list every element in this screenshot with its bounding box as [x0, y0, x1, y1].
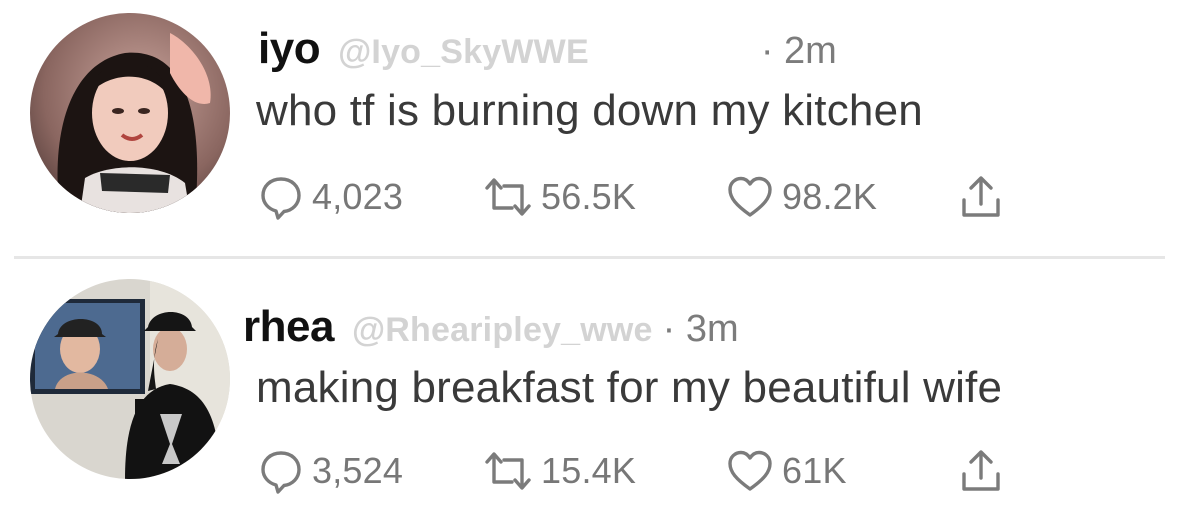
share-upload-icon [962, 176, 1000, 217]
share-upload-icon [962, 450, 1000, 491]
reply-count: 4,023 [312, 176, 404, 217]
avatar[interactable] [30, 279, 230, 479]
retweet-count: 15.4K [541, 450, 637, 491]
avatar[interactable] [30, 13, 230, 213]
reply-button[interactable]: 3,524 [258, 446, 403, 496]
timestamp[interactable]: · 3m [663, 308, 739, 351]
retweet-arrows-icon [485, 452, 531, 490]
action-bar: 4,023 56.5K 98.2K [258, 172, 1038, 222]
speech-bubble-icon [261, 451, 301, 494]
like-count: 98.2K [782, 176, 878, 217]
user-handle[interactable]: @Rhearipley_wwe [352, 311, 653, 350]
retweet-button[interactable]: 15.4K [483, 446, 636, 496]
tweet-header: rhea @Rhearipley_wwe · 3m [243, 302, 739, 352]
reply-button[interactable]: 4,023 [258, 172, 403, 222]
share-button[interactable] [958, 172, 1004, 222]
retweet-count: 56.5K [541, 176, 637, 217]
tweet-text: who tf is burning down my kitchen [256, 86, 923, 135]
tweet-card[interactable]: iyo @Iyo_SkyWWE · 2m who tf is burning d… [0, 0, 1179, 255]
heart-icon [728, 450, 772, 491]
action-bar: 3,524 15.4K 61K [258, 446, 1038, 496]
like-button[interactable]: 61K [726, 446, 847, 496]
tweet-text: making breakfast for my beautiful wife [256, 363, 1003, 412]
like-button[interactable]: 98.2K [726, 172, 877, 222]
retweet-button[interactable]: 56.5K [483, 172, 636, 222]
tweet-card[interactable]: rhea @Rhearipley_wwe · 3m making breakfa… [0, 262, 1179, 516]
share-button[interactable] [958, 446, 1004, 496]
speech-bubble-icon [261, 177, 301, 220]
tweet-header: iyo @Iyo_SkyWWE · 2m [258, 24, 837, 74]
display-name[interactable]: rhea [243, 302, 334, 352]
avatar-photo [30, 279, 230, 479]
like-count: 61K [782, 450, 847, 491]
user-handle[interactable]: @Iyo_SkyWWE [338, 33, 589, 72]
timestamp[interactable]: · 2m [761, 30, 837, 73]
avatar-photo [30, 13, 230, 213]
display-name[interactable]: iyo [258, 24, 321, 74]
reply-count: 3,524 [312, 450, 404, 491]
heart-icon [728, 176, 772, 217]
retweet-arrows-icon [485, 178, 531, 216]
tweet-divider [14, 256, 1165, 259]
